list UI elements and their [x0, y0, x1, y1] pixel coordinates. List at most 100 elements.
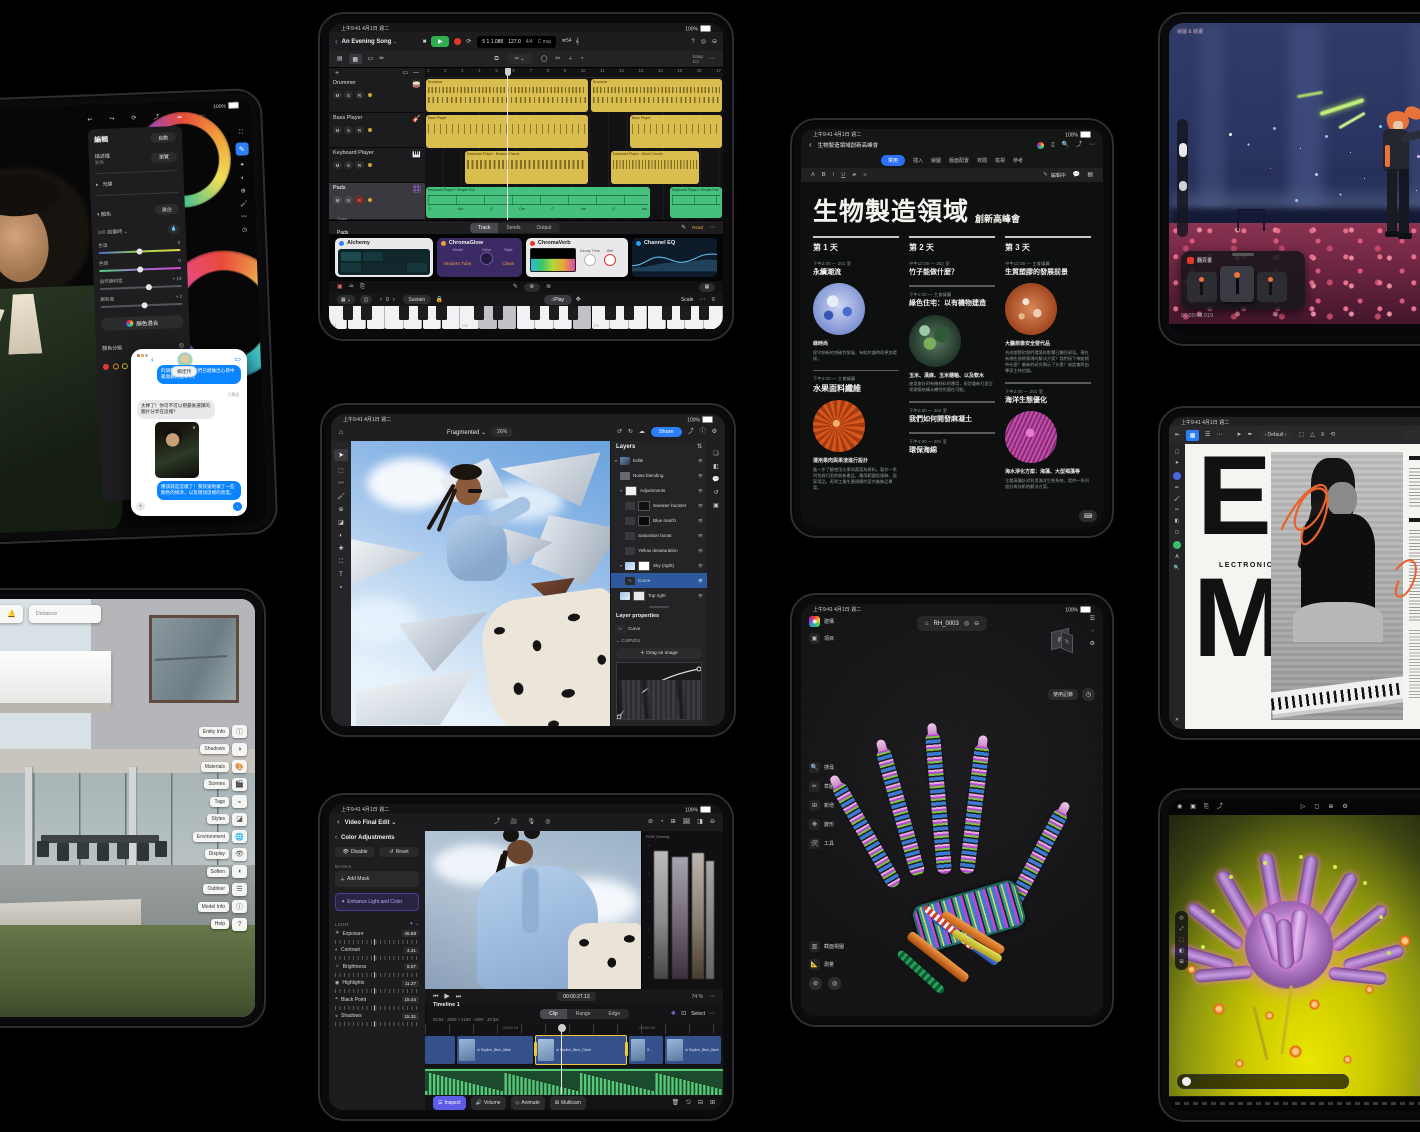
piano-black-key[interactable]	[530, 306, 540, 320]
tab-review[interactable]: 校閱	[977, 157, 987, 164]
move-tool-icon[interactable]: ➤	[334, 449, 348, 461]
tab-clip[interactable]: Clip	[540, 1009, 567, 1019]
lock-icon[interactable]: 🔒	[436, 297, 443, 303]
lcd-display[interactable]: 5 1 1.088127.0 4/4 C maj	[477, 36, 555, 48]
merge-icon[interactable]: ⑃	[568, 56, 572, 62]
stop-button[interactable]: ■	[423, 39, 427, 45]
distance-field[interactable]: Distance	[29, 605, 101, 623]
layer-row-selected[interactable]: ∿Curve👁	[611, 573, 707, 588]
notifications-icon[interactable]: 🔔	[7, 610, 16, 618]
add-track-icon[interactable]: +	[335, 70, 339, 77]
plugin-channel-eq[interactable]: Channel EQ	[632, 238, 717, 277]
loops-icon[interactable]: ♒	[349, 284, 354, 290]
append-icon[interactable]: ⊟	[698, 1100, 703, 1106]
font-style-icon[interactable]: A	[811, 172, 815, 178]
history-clock-icon[interactable]: ◷	[1082, 688, 1095, 701]
keyboard-toggle[interactable]: ▦	[699, 283, 715, 292]
history-icon[interactable]: ⟳	[131, 116, 136, 122]
facetime-icon[interactable]: ▭	[234, 355, 241, 363]
settings-pill[interactable]: ⚙	[524, 283, 540, 292]
record-take-icon[interactable]: ▣	[337, 284, 343, 290]
fill-tool-icon[interactable]: ◧	[1175, 519, 1180, 524]
more-icon[interactable]: ⋯	[1089, 142, 1095, 148]
italic-icon[interactable]: I	[833, 172, 835, 178]
tab-references[interactable]: 參考	[1013, 157, 1023, 164]
styles-button[interactable]: Styles◪	[193, 813, 247, 826]
settings-icon[interactable]: ⚙	[712, 429, 717, 435]
type-tool-icon[interactable]: T	[339, 572, 343, 578]
share-button[interactable]: Share	[651, 427, 682, 437]
header-zoom-icon[interactable]: ▭	[402, 70, 408, 76]
timeline-video-track[interactable]: ≣ Skyline_Blue_Wide ≣ Skyline_Blue_Close…	[425, 1034, 723, 1066]
pencil-icon[interactable]: ✎	[513, 284, 518, 290]
materials-button[interactable]: Materials🎨	[193, 760, 247, 773]
more-icon[interactable]: ⋯	[1216, 432, 1222, 438]
brush-tool-icon[interactable]: 🖌	[1174, 497, 1180, 502]
preset-dropdown[interactable]: ‹ Default ›	[1258, 430, 1292, 441]
record-button[interactable]	[454, 38, 461, 45]
tint-slider[interactable]: 色調0	[99, 258, 181, 272]
solo-button[interactable]: S	[344, 91, 353, 99]
back-icon[interactable]: ‹	[335, 38, 338, 46]
piano-black-key[interactable]	[399, 306, 409, 320]
disable-button[interactable]: 👁 Disable	[335, 847, 375, 857]
close-icon[interactable]: ✕	[1175, 718, 1179, 723]
sustain-button[interactable]: Sustain	[403, 295, 431, 304]
nav-build[interactable]: ◉建構	[809, 616, 834, 627]
share-icon[interactable]: ⤴	[1076, 142, 1082, 148]
properties-layer-row[interactable]: ∿Curve	[611, 621, 707, 636]
shape-tool-icon[interactable]: ◻	[1175, 530, 1179, 535]
tool-add[interactable]: ⊞新增	[809, 800, 834, 811]
heal-icon[interactable]: ⊕	[241, 188, 246, 194]
display-button[interactable]: Display👁	[193, 848, 247, 861]
editing-badge[interactable]: ✎編輯中	[1043, 172, 1066, 179]
heal-tool-icon[interactable]: ✚	[338, 546, 343, 552]
gradient-tool-icon[interactable]: ◐	[339, 533, 343, 539]
animate-button[interactable]: ◇ Animate	[511, 1096, 545, 1110]
back-icon[interactable]: ‹	[809, 141, 812, 149]
comments-icon[interactable]: 💬	[1073, 172, 1080, 178]
masking-icon[interactable]: ◐	[241, 175, 245, 181]
home-icon[interactable]: ⌂	[339, 429, 343, 436]
tab-edge[interactable]: Edge	[599, 1009, 629, 1019]
region[interactable]: Keyboard Player - Broken Chords	[465, 151, 588, 184]
clip-selected[interactable]: ≣ Skyline_Blue_Close	[535, 1035, 627, 1065]
transform-icon[interactable]: △	[1310, 432, 1315, 438]
piano-black-key[interactable]	[361, 306, 371, 320]
document-page[interactable]: 生物製造領域 創新高峰會 第 1 天 下午2:00 — 201 室 永續潮流 綠…	[801, 182, 1103, 527]
record-enable-button[interactable]: R	[355, 91, 364, 99]
automation-mode[interactable]: Read	[692, 225, 703, 230]
exposure-slider[interactable]: ☀Exposure45.59	[335, 930, 419, 944]
context-pill[interactable]	[1401, 430, 1420, 440]
frame-thumb-selected[interactable]	[1220, 266, 1254, 302]
tab-track[interactable]: Track	[470, 223, 498, 233]
crop-tool-icon[interactable]: ⛶	[339, 559, 343, 565]
soften-button[interactable]: Soften◖	[193, 865, 247, 878]
export-icon[interactable]: ⤴	[688, 429, 694, 435]
cycle-icon[interactable]: ⟳	[466, 39, 471, 45]
info-icon[interactable]: ⓘ	[700, 429, 706, 435]
scenes-button[interactable]: Scenes🎬	[193, 778, 247, 791]
pencil-icon[interactable]: ✏	[379, 56, 384, 62]
share-icon[interactable]: ⤴	[153, 115, 159, 121]
render-timeline-strip[interactable]	[1169, 1096, 1420, 1111]
tracks-view-icon[interactable]: ▤	[337, 56, 343, 62]
tool-search[interactable]: 🔍搜尋	[809, 762, 834, 773]
frame-thumb[interactable]	[1257, 272, 1287, 302]
layer-row[interactable]: Sweater booster👁	[611, 498, 707, 513]
edit-tool-selected[interactable]: ✎	[235, 142, 248, 155]
drag-on-image-button[interactable]: ✛ Drag on image	[616, 648, 702, 659]
region[interactable]: Keyboard Player - Block Chords	[611, 151, 699, 184]
connect-icon[interactable]: ❖	[671, 1011, 676, 1017]
piano-black-key[interactable]	[680, 306, 690, 320]
adjust-panel-icon[interactable]: ◧	[713, 464, 719, 470]
underline-icon[interactable]: U	[841, 172, 845, 178]
next-frame-icon[interactable]: ⏭	[456, 994, 461, 1000]
tab-range[interactable]: Range	[567, 1009, 600, 1019]
document-pill[interactable]: ⌂ RH_0003 ◎⊖	[917, 616, 987, 631]
mixer-icon[interactable]: ≋	[546, 284, 551, 290]
highlight-icon[interactable]: ▰	[852, 172, 856, 178]
song-title[interactable]: An Evening Song	[342, 39, 392, 45]
layer-row[interactable]: ▾Sky (right)👁	[611, 558, 707, 573]
isolate-button[interactable]: ⊘	[809, 977, 822, 990]
